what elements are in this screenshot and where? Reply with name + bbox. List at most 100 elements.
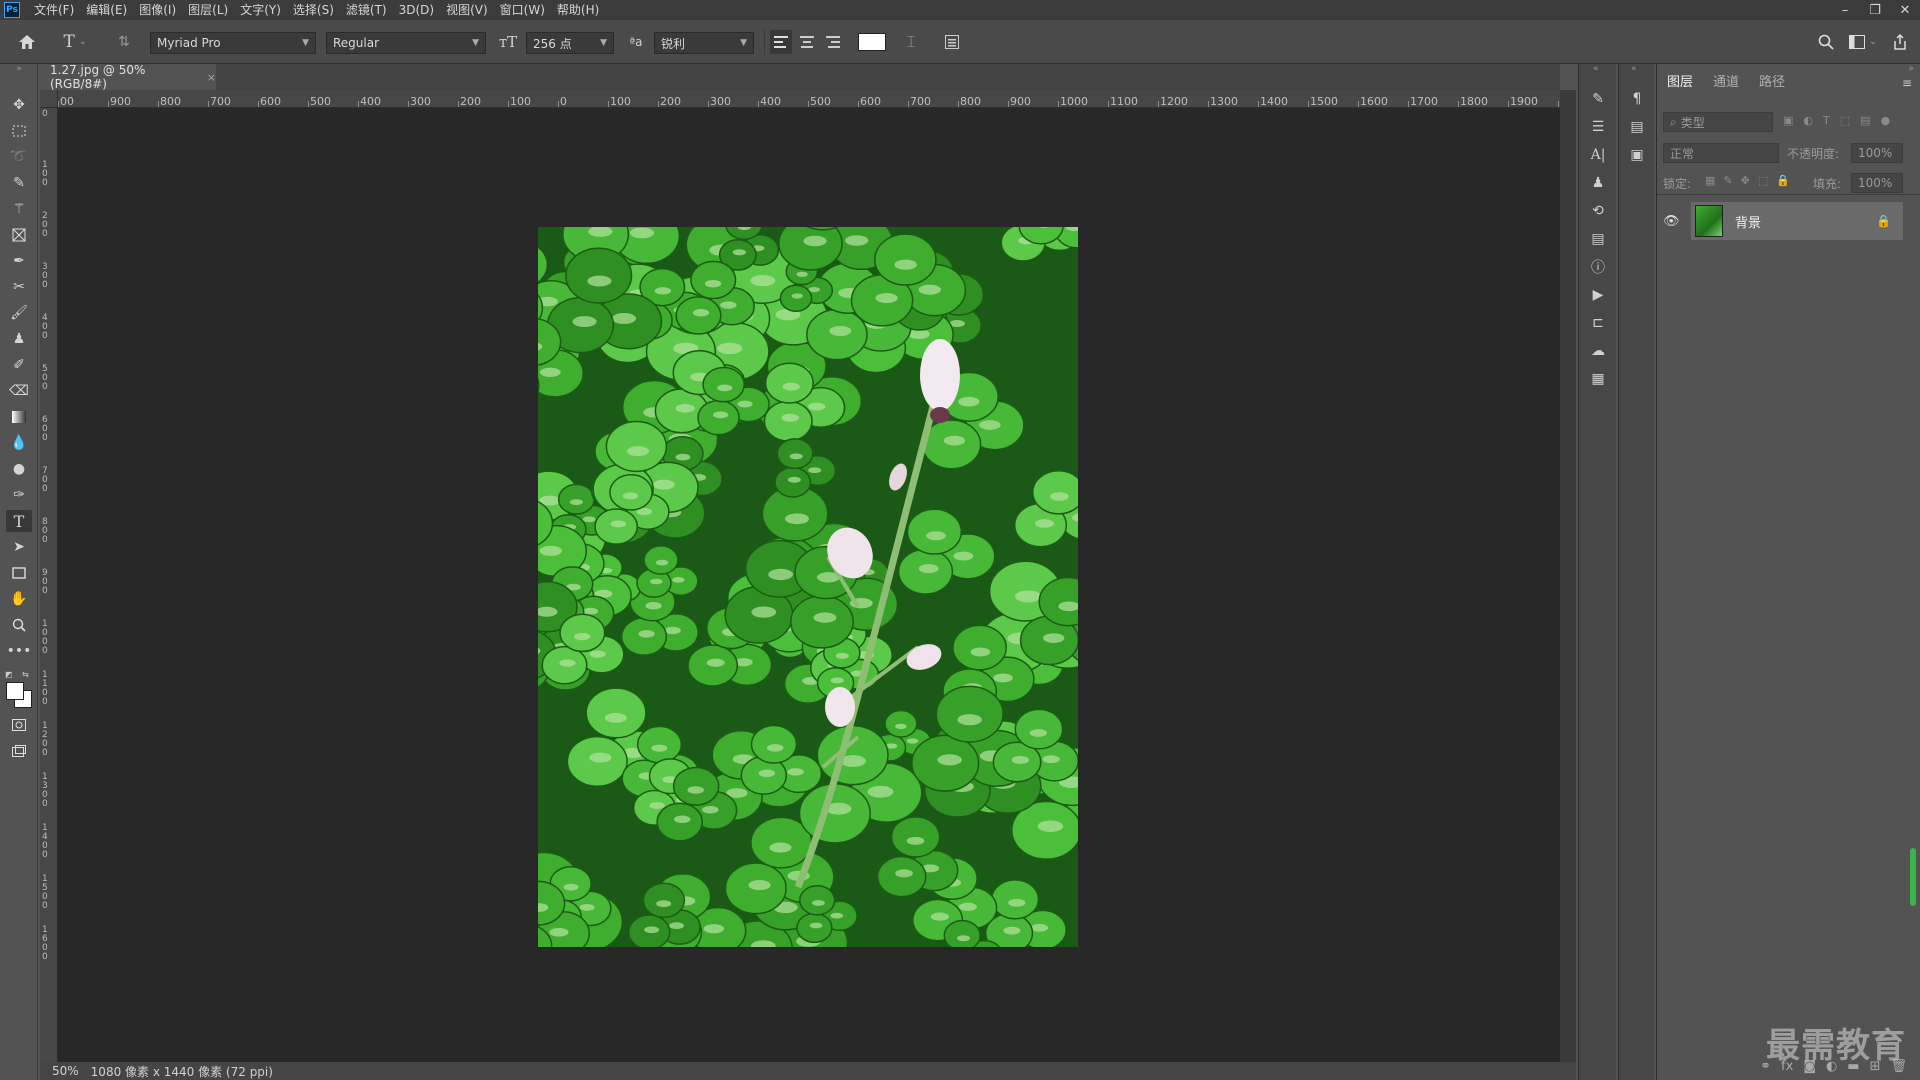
ruler-origin[interactable] xyxy=(40,90,58,108)
filter-pixel-icon[interactable]: ▣ xyxy=(1783,114,1793,132)
lock-all-icon[interactable]: 🔒 xyxy=(1776,174,1790,187)
paths-icon[interactable]: ⊏ xyxy=(1586,312,1610,334)
zoom-level[interactable]: 50% xyxy=(52,1064,79,1078)
align-center-icon[interactable] xyxy=(796,30,818,54)
menu-type[interactable]: 文字(Y) xyxy=(234,0,287,20)
screen-mode-icon[interactable] xyxy=(6,740,32,762)
quick-mask-icon[interactable] xyxy=(6,714,32,736)
paragraph-styles-icon[interactable]: ▤ xyxy=(1625,116,1649,138)
tab-paths[interactable]: 路径 xyxy=(1749,72,1795,94)
align-left-icon[interactable] xyxy=(770,30,792,54)
close-tab-icon[interactable]: × xyxy=(207,71,216,84)
home-icon[interactable] xyxy=(14,30,40,54)
visibility-eye-icon[interactable]: 👁 xyxy=(1663,214,1680,229)
lock-position-icon[interactable]: ✥ xyxy=(1741,174,1750,187)
filter-adjustment-icon[interactable]: ◐ xyxy=(1803,114,1813,132)
brush-tool-icon[interactable]: 🖌 xyxy=(6,302,32,324)
adjustments-icon[interactable]: ☰ xyxy=(1586,116,1610,138)
document-image-clover[interactable] xyxy=(538,227,1078,947)
blend-mode-select[interactable]: 正常 xyxy=(1663,143,1779,163)
workspace-icon[interactable]: ⌄ xyxy=(1846,30,1880,54)
layer-filter-select[interactable]: ⌕ 类型 xyxy=(1663,112,1773,132)
pen-tool-icon[interactable]: ✑ xyxy=(6,484,32,506)
brush-settings-icon[interactable]: ✎ xyxy=(1586,88,1610,110)
quick-selection-tool-icon[interactable]: ✎ xyxy=(6,172,32,194)
zoom-tool-icon[interactable] xyxy=(6,614,32,636)
search-icon[interactable] xyxy=(1814,30,1838,54)
minimize-button[interactable]: – xyxy=(1830,0,1860,20)
share-icon[interactable] xyxy=(1888,30,1912,54)
lasso-tool-icon[interactable]: ➰ xyxy=(6,146,32,168)
menu-image[interactable]: 图像(I) xyxy=(133,0,182,20)
layer-row-background[interactable]: 背景 🔒 xyxy=(1691,202,1903,240)
properties-icon[interactable]: ▤ xyxy=(1586,228,1610,250)
filter-smart-object-icon[interactable]: ▤ xyxy=(1860,114,1870,132)
dodge-tool-icon[interactable]: ● xyxy=(6,458,32,480)
font-style-select[interactable]: Regular ▼ xyxy=(326,32,486,54)
notes-icon[interactable]: ▣ xyxy=(1625,144,1649,166)
magic-wand-tool-icon[interactable]: ⚚ xyxy=(6,198,32,220)
menu-help[interactable]: 帮助(H) xyxy=(551,0,605,20)
warp-text-icon[interactable]: ⌶ xyxy=(900,30,922,54)
table-icon[interactable]: ▦ xyxy=(1586,368,1610,390)
menu-3d[interactable]: 3D(D) xyxy=(393,0,440,20)
lock-icon[interactable]: 🔒 xyxy=(1876,214,1891,228)
3d-icon[interactable]: ☁ xyxy=(1586,340,1610,362)
collapse-icon[interactable]: « xyxy=(1593,64,1599,74)
menu-view[interactable]: 视图(V) xyxy=(440,0,494,20)
menu-edit[interactable]: 编辑(E) xyxy=(80,0,133,20)
lock-transparent-icon[interactable]: ▦ xyxy=(1705,174,1715,187)
foreground-color-swatch[interactable] xyxy=(6,682,24,700)
crop-tool-icon[interactable] xyxy=(6,224,32,246)
lock-artboard-icon[interactable]: ⬚ xyxy=(1758,174,1768,187)
menu-window[interactable]: 窗口(W) xyxy=(494,0,551,20)
text-color-swatch[interactable] xyxy=(858,33,886,51)
menu-filter[interactable]: 滤镜(T) xyxy=(340,0,393,20)
antialias-select[interactable]: 锐利 ▼ xyxy=(654,32,754,54)
collapse-icon[interactable]: « xyxy=(1631,64,1637,74)
history-brush-tool-icon[interactable]: ✐ xyxy=(6,354,32,376)
character-panel-icon[interactable] xyxy=(940,30,964,54)
character-icon[interactable]: A| xyxy=(1586,144,1610,166)
history-icon[interactable]: ⟲ xyxy=(1586,200,1610,222)
blur-tool-icon[interactable]: 💧 xyxy=(6,432,32,454)
document-info[interactable]: 1080 像素 x 1440 像素 (72 ppi) xyxy=(91,1063,273,1080)
clone-source-icon[interactable]: ♟ xyxy=(1586,172,1610,194)
text-orientation-icon[interactable]: ⇅ xyxy=(112,30,136,54)
restore-button[interactable]: ❐ xyxy=(1860,0,1890,20)
eraser-tool-icon[interactable]: ⌫ xyxy=(6,380,32,402)
more-tools-icon[interactable]: ••• xyxy=(6,640,32,662)
panel-scroll-indicator[interactable] xyxy=(1910,848,1916,906)
opacity-input[interactable]: 100% xyxy=(1851,143,1903,163)
paragraph-icon[interactable]: ¶ xyxy=(1625,88,1649,110)
hand-tool-icon[interactable]: ✋ xyxy=(6,588,32,610)
menu-file[interactable]: 文件(F) xyxy=(28,0,80,20)
tab-channels[interactable]: 通道 xyxy=(1703,72,1749,94)
fill-input[interactable]: 100% xyxy=(1851,173,1903,193)
eyedropper-tool-icon[interactable]: ✒ xyxy=(6,250,32,272)
path-selection-tool-icon[interactable]: ➤ xyxy=(6,536,32,558)
document-tab[interactable]: 1.27.jpg @ 50%(RGB/8#) × xyxy=(40,63,216,91)
align-right-icon[interactable] xyxy=(822,30,844,54)
font-size-select[interactable]: 256 点 ▼ xyxy=(526,32,614,54)
font-family-select[interactable]: Myriad Pro ▼ xyxy=(150,32,316,54)
tab-layers[interactable]: 图层 xyxy=(1657,72,1703,94)
actions-icon[interactable]: ▶ xyxy=(1586,284,1610,306)
marquee-tool-icon[interactable] xyxy=(6,120,32,142)
collapse-icon[interactable]: » xyxy=(6,64,32,74)
default-colors-icon[interactable]: ◩ xyxy=(5,670,15,679)
vertical-scrollbar[interactable] xyxy=(1560,90,1576,1062)
rectangle-tool-icon[interactable] xyxy=(6,562,32,584)
info-icon[interactable]: ⓘ xyxy=(1586,256,1610,278)
type-tool-preset-icon[interactable]: T ⌄ xyxy=(58,30,92,54)
gradient-tool-icon[interactable] xyxy=(6,406,32,428)
filter-shape-icon[interactable]: ⬚ xyxy=(1840,114,1850,132)
close-button[interactable]: ✕ xyxy=(1890,0,1920,20)
type-tool-icon[interactable]: T xyxy=(6,510,32,532)
panel-menu-icon[interactable]: ≡ xyxy=(1902,76,1912,90)
filter-type-icon[interactable]: T xyxy=(1823,114,1830,132)
clone-stamp-tool-icon[interactable]: ♟ xyxy=(6,328,32,350)
menu-layer[interactable]: 图层(L) xyxy=(182,0,234,20)
filter-toggle-icon[interactable]: ● xyxy=(1881,114,1891,132)
move-tool-icon[interactable]: ✥ xyxy=(6,94,32,116)
